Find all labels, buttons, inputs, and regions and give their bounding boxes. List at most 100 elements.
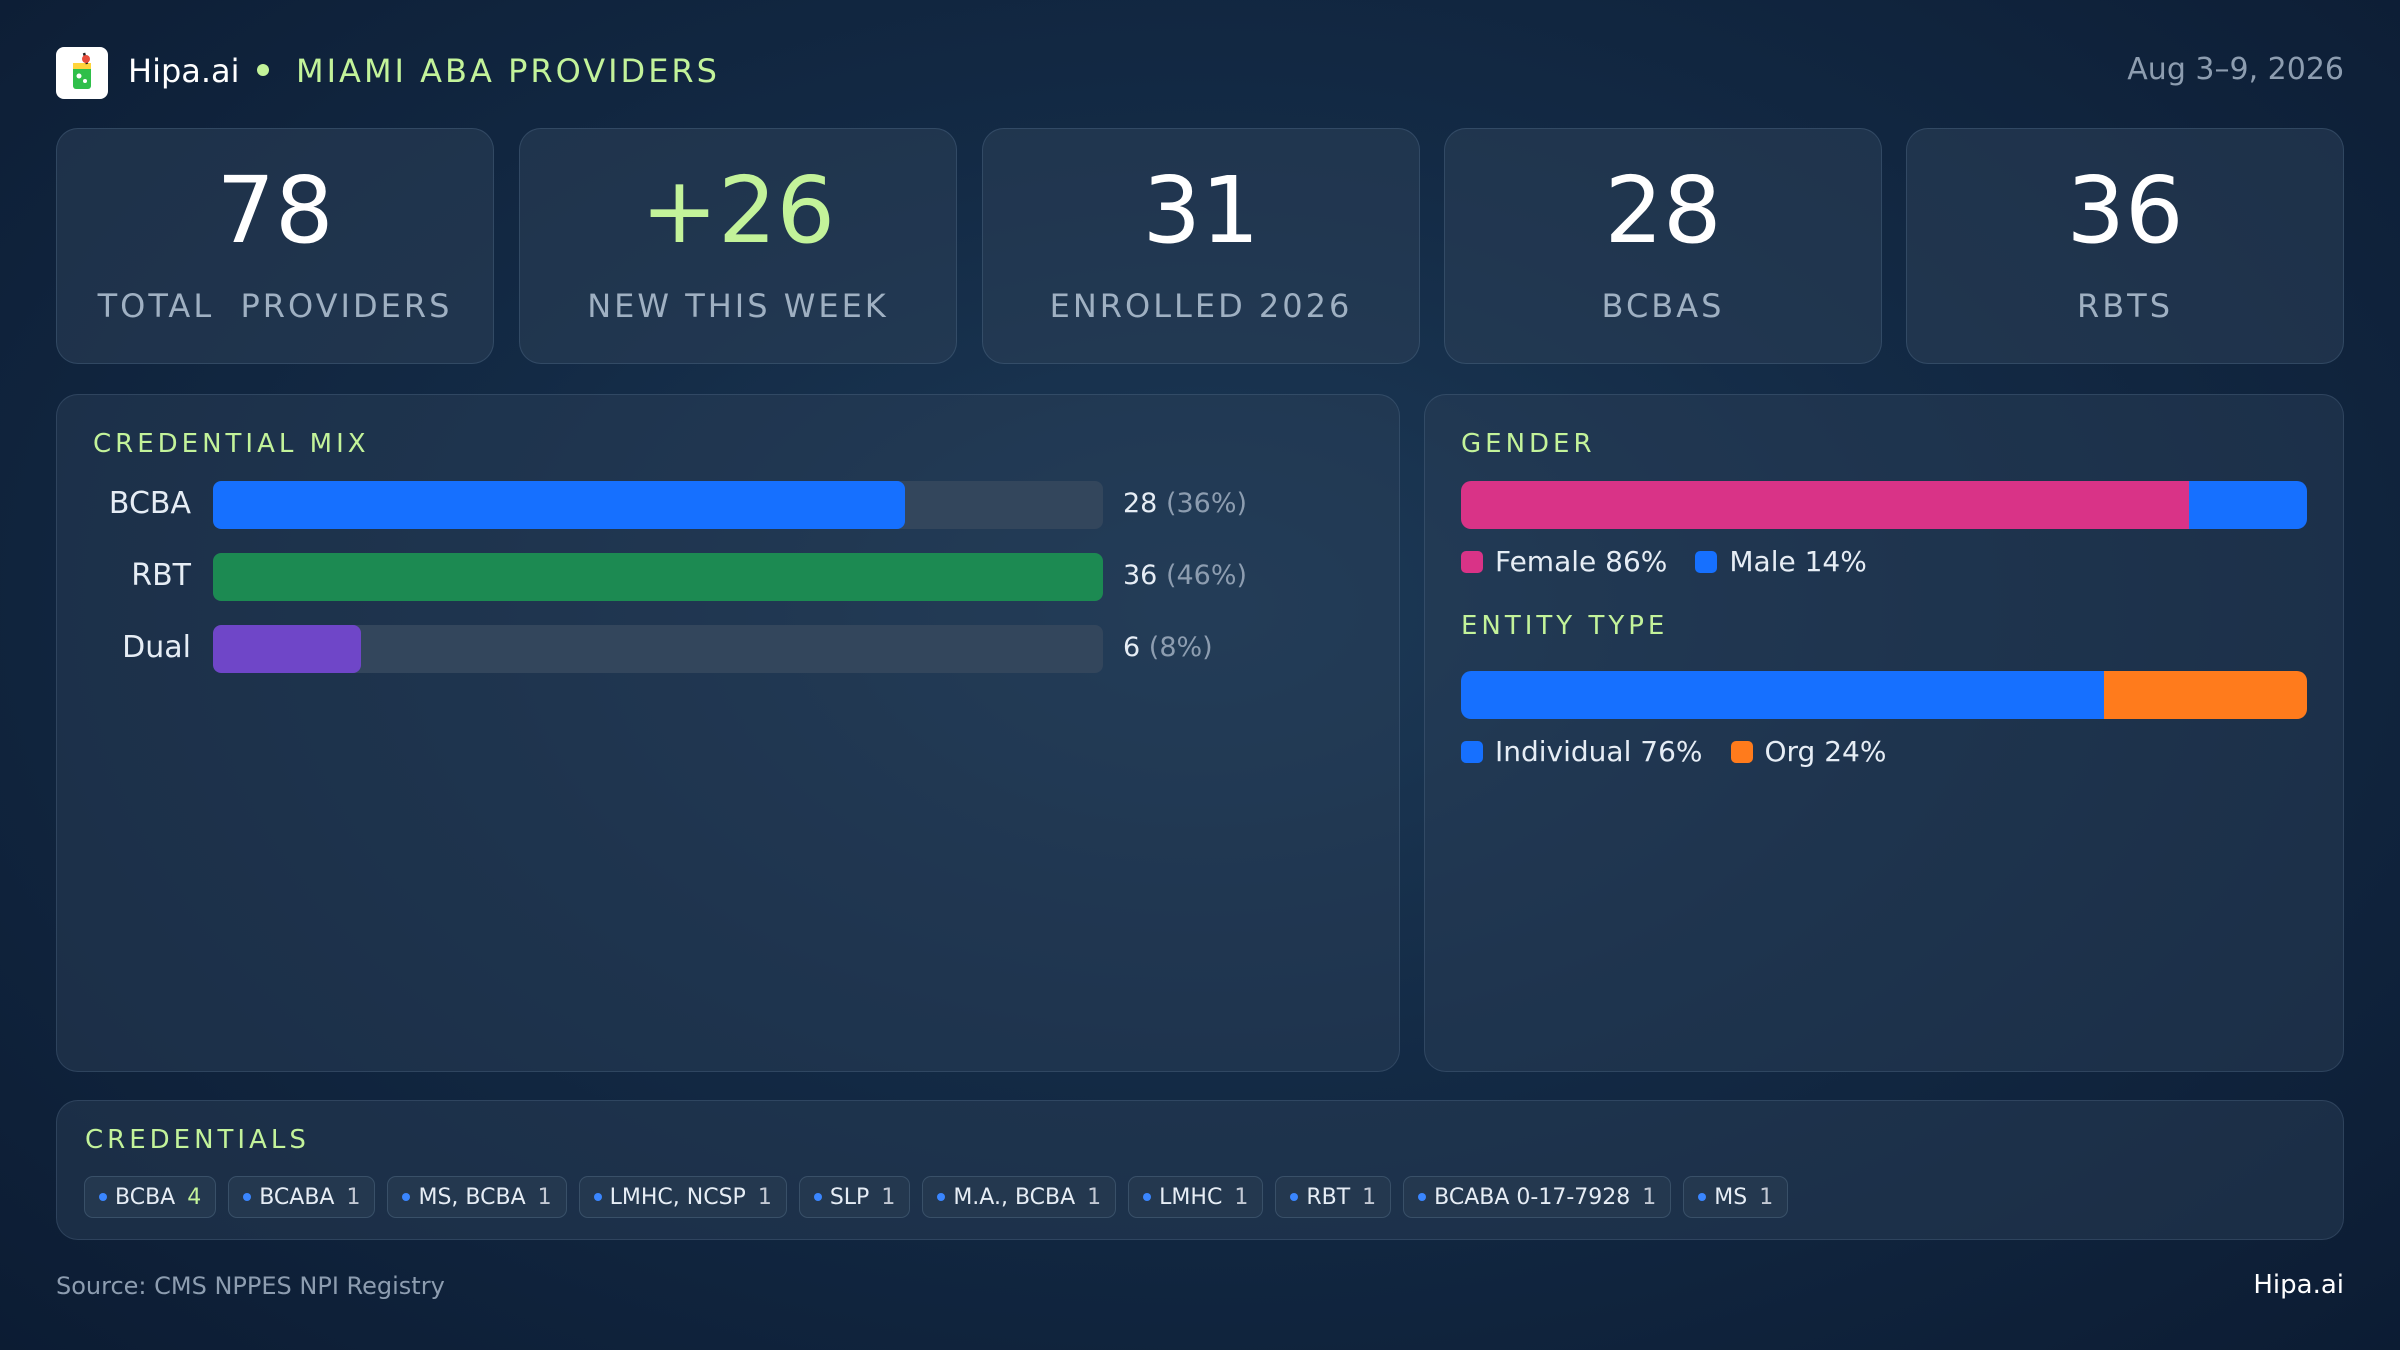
chip-label: BCBA <box>115 1184 176 1210</box>
kpi-label: NEW THIS WEEK <box>587 287 889 325</box>
bar-value-label: 36 (46%) <box>1123 560 1247 591</box>
kpi-label: ENROLLED 2026 <box>1049 287 1353 325</box>
credential-chip: SLP 1 <box>798 1176 911 1218</box>
chip-count: 1 <box>537 1184 552 1210</box>
legend-swatch <box>1461 550 1483 573</box>
credential-chip: LMHC, NCSP 1 <box>578 1176 787 1218</box>
credential-chip-list: BCBA 4 BCABA 1 MS, BCBA 1 LMHC, NCSP 1 SLP 1 M.A.,… <box>84 1176 1789 1218</box>
kpi-card-new-this-week: +26 NEW THIS WEEK <box>519 128 957 364</box>
chip-dot-icon <box>937 1193 946 1201</box>
entity-segment-individual <box>1461 671 2104 719</box>
gender-stacked-bar <box>1461 481 2307 529</box>
credential-mix-panel: CREDENTIAL MIX BCBA 28 (36%) RBT 36 (46%) Du… <box>56 394 1400 1072</box>
chip-dot-icon <box>1143 1193 1152 1201</box>
kpi-card-bcbas: 28 BCBAS <box>1444 128 1882 364</box>
gender-legend: Female 86% Male 14% <box>1461 545 1867 578</box>
chip-count: 1 <box>881 1184 896 1210</box>
chip-dot-icon <box>1290 1193 1299 1201</box>
app-logo <box>56 47 108 99</box>
kpi-value: 28 <box>1604 157 1722 264</box>
chip-label: LMHC, NCSP <box>609 1184 746 1210</box>
chip-label: RBT <box>1306 1184 1351 1210</box>
bar-track <box>213 553 1103 601</box>
credential-mix-title: CREDENTIAL MIX <box>93 429 370 459</box>
demographics-panel: GENDER Female 86% Male 14% ENTITY TYPE I… <box>1424 394 2344 1072</box>
dashboard-title: MIAMI ABA PROVIDERS <box>296 52 720 90</box>
brand-name: Hipa.ai <box>128 52 240 90</box>
entity-stacked-bar <box>1461 671 2307 719</box>
bar-value: 28 <box>1123 488 1158 519</box>
kpi-label: BCBAS <box>1601 287 1725 325</box>
legend-label: Female 86% <box>1495 545 1668 578</box>
bar-category-label: BCBA <box>108 486 191 521</box>
legend-label: Org 24% <box>1764 735 1887 768</box>
kpi-value: +26 <box>640 157 836 264</box>
credential-chip: MS 1 <box>1683 1176 1789 1218</box>
bar-percent: (36%) <box>1165 488 1248 519</box>
credential-chip: M.A., BCBA 1 <box>922 1176 1117 1218</box>
bar-value-label: 6 (8%) <box>1123 632 1213 663</box>
gender-segment-male <box>2188 481 2307 529</box>
legend-label: Individual 76% <box>1495 735 1703 768</box>
credential-chip: MS, BCBA 1 <box>387 1176 567 1218</box>
credential-chip: BCBA 4 <box>84 1176 217 1218</box>
credentials-title: CREDENTIALS <box>85 1125 310 1155</box>
legend-item-male: Male 14% <box>1695 545 1867 578</box>
kpi-value: 31 <box>1142 157 1260 264</box>
chip-dot-icon <box>243 1193 252 1201</box>
credential-chip: LMHC 1 <box>1128 1176 1264 1218</box>
bar-value: 36 <box>1123 560 1158 591</box>
legend-item-individual: Individual 76% <box>1461 735 1703 768</box>
chip-label: MS, BCBA <box>418 1184 526 1210</box>
chip-label: LMHC <box>1159 1184 1223 1210</box>
legend-swatch <box>1695 550 1718 573</box>
drink-cup-icon <box>73 52 91 89</box>
bar-percent: (46%) <box>1165 560 1248 591</box>
bar-track <box>213 625 1103 673</box>
kpi-card-total-providers: 78 TOTAL PROVIDERS <box>56 128 494 364</box>
legend-item-org: Org 24% <box>1730 735 1887 768</box>
bar-category-label: Dual <box>122 630 191 665</box>
legend-item-female: Female 86% <box>1461 545 1667 578</box>
credential-chip: BCABA 0-17-7928 1 <box>1403 1176 1672 1218</box>
chip-count: 1 <box>1234 1184 1249 1210</box>
chip-dot-icon <box>1418 1193 1427 1201</box>
chip-count: 1 <box>1642 1184 1657 1210</box>
chip-dot-icon <box>402 1193 411 1201</box>
date-range: Aug 3–9, 2026 <box>2127 52 2344 87</box>
entity-type-title: ENTITY TYPE <box>1461 611 1669 641</box>
gender-title: GENDER <box>1461 429 1596 459</box>
legend-label: Male 14% <box>1729 545 1867 578</box>
bar-value-label: 28 (36%) <box>1123 488 1247 519</box>
bar-value: 6 <box>1123 632 1141 663</box>
chip-count: 4 <box>187 1184 202 1210</box>
chip-count: 1 <box>1759 1184 1774 1210</box>
bar-track <box>213 481 1103 529</box>
legend-swatch <box>1461 740 1483 763</box>
bar-dual <box>213 625 362 673</box>
chip-label: M.A., BCBA <box>953 1184 1076 1210</box>
credential-chip: RBT 1 <box>1275 1176 1392 1218</box>
kpi-value: 78 <box>216 157 334 264</box>
chip-dot-icon <box>99 1193 107 1201</box>
source-note: Source: CMS NPPES NPI Registry <box>56 1272 445 1300</box>
bar-bcba <box>213 481 906 529</box>
chip-label: BCABA <box>259 1184 335 1210</box>
chip-count: 1 <box>346 1184 361 1210</box>
bar-percent: (8%) <box>1148 632 1213 663</box>
chip-label: BCABA 0-17-7928 <box>1434 1184 1631 1210</box>
chip-label: MS <box>1714 1184 1748 1210</box>
chip-count: 1 <box>1087 1184 1102 1210</box>
chip-dot-icon <box>1698 1193 1707 1201</box>
entity-legend: Individual 76% Org 24% <box>1461 735 1886 768</box>
kpi-card-enrolled-2026: 31 ENROLLED 2026 <box>982 128 1420 364</box>
credential-chip: BCABA 1 <box>228 1176 376 1218</box>
footer-brand: Hipa.ai <box>2253 1270 2344 1300</box>
chip-dot-icon <box>813 1193 822 1201</box>
gender-segment-female <box>1461 481 2189 529</box>
title-separator-dot <box>257 64 269 76</box>
kpi-label: RBTS <box>2076 287 2174 325</box>
chip-count: 1 <box>1362 1184 1377 1210</box>
bar-category-label: RBT <box>131 558 191 593</box>
legend-swatch <box>1730 740 1753 763</box>
